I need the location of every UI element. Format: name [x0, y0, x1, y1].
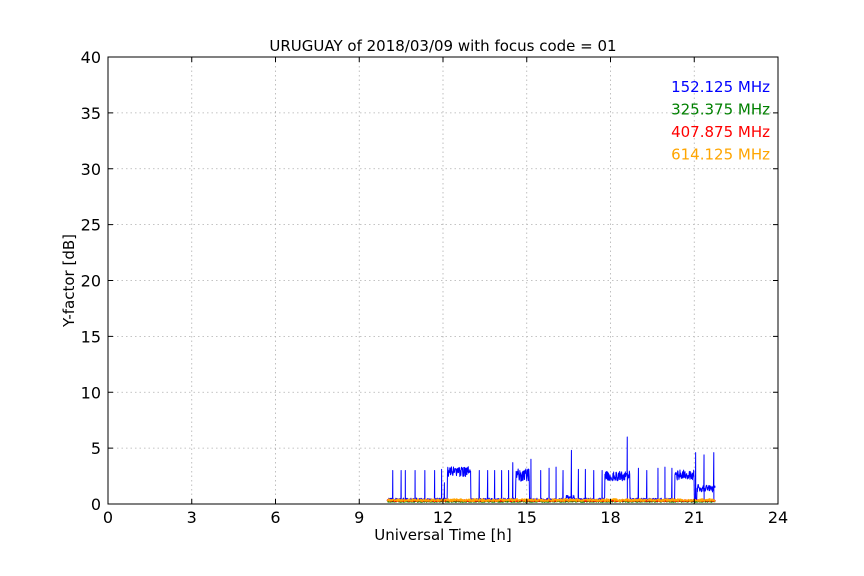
y-tick-label: 35 — [81, 104, 101, 123]
y-tick-label: 0 — [91, 495, 101, 514]
x-tick-label: 15 — [517, 508, 537, 527]
legend-entry: 407.875 MHz — [671, 123, 770, 141]
legend-entry: 614.125 MHz — [671, 146, 770, 164]
ticks: 0 3 6 9 12 15 18 21 24 0 5 10 15 20 25 30 35 40 — [81, 48, 789, 527]
x-tick-label: 18 — [600, 508, 620, 527]
x-tick-label: 9 — [354, 508, 364, 527]
chart: 0 3 6 9 12 15 18 21 24 0 5 10 15 20 25 30 35 40 URUGUAY o… — [60, 37, 789, 544]
x-tick-label: 21 — [684, 508, 704, 527]
series-line-0 — [386, 436, 716, 502]
y-tick-label: 15 — [81, 327, 101, 346]
x-tick-label: 6 — [270, 508, 280, 527]
x-axis-label: Universal Time [h] — [374, 526, 512, 544]
legend: 152.125 MHz 325.375 MHz 407.875 MHz 614.125… — [671, 78, 770, 164]
y-tick-label: 25 — [81, 216, 101, 235]
x-tick-label: 0 — [103, 508, 113, 527]
y-tick-label: 20 — [81, 272, 101, 291]
y-tick-label: 10 — [81, 383, 101, 402]
chart-title: URUGUAY of 2018/03/09 with focus code = … — [269, 37, 616, 55]
x-tick-label: 12 — [433, 508, 453, 527]
y-tick-label: 40 — [81, 48, 101, 67]
legend-entry: 325.375 MHz — [671, 101, 770, 119]
x-tick-label: 24 — [768, 508, 788, 527]
x-tick-label: 3 — [187, 508, 197, 527]
legend-entry: 152.125 MHz — [671, 78, 770, 96]
y-tick-label: 5 — [91, 439, 101, 458]
series-layer — [386, 436, 716, 503]
y-axis-label: Y-factor [dB] — [60, 234, 78, 328]
y-tick-label: 30 — [81, 160, 101, 179]
